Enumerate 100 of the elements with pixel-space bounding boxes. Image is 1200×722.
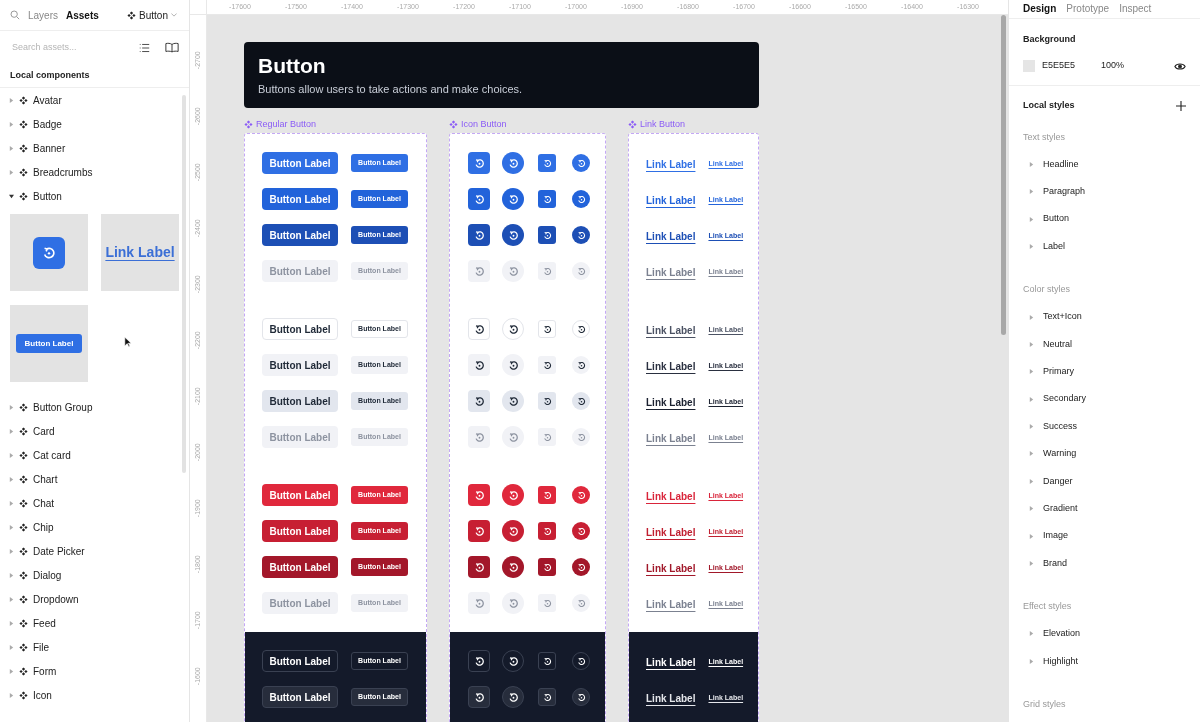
link-sample[interactable]: Link Label bbox=[646, 654, 696, 670]
icon-button-sample[interactable] bbox=[502, 354, 524, 376]
style-item[interactable]: Headline bbox=[1043, 157, 1079, 172]
eye-icon[interactable] bbox=[1174, 61, 1186, 71]
panel-tab[interactable]: Assets bbox=[66, 7, 99, 23]
component-item[interactable]: Banner bbox=[33, 140, 66, 156]
component-item[interactable]: Dialog bbox=[33, 567, 62, 583]
link-sample[interactable]: Link Label bbox=[646, 560, 696, 576]
component-item[interactable]: File bbox=[33, 639, 50, 655]
style-item[interactable]: Paragraph bbox=[1043, 185, 1086, 199]
style-item[interactable]: Success bbox=[1043, 419, 1077, 434]
style-item[interactable]: Warning bbox=[1043, 447, 1077, 461]
link-sample[interactable]: Link Label bbox=[646, 264, 696, 280]
icon-button-sample[interactable] bbox=[538, 558, 556, 576]
caret-icon[interactable] bbox=[9, 193, 14, 199]
icon-button-sample[interactable] bbox=[538, 688, 556, 706]
component-item[interactable]: Form bbox=[33, 663, 57, 679]
icon-button-sample[interactable] bbox=[538, 356, 556, 374]
component-item[interactable]: Chat bbox=[33, 495, 55, 511]
button-sample[interactable]: Button Label bbox=[262, 188, 338, 210]
button-sample[interactable]: Button Label bbox=[262, 484, 338, 506]
icon-button-sample[interactable] bbox=[572, 226, 590, 244]
component-item[interactable]: Feed bbox=[33, 615, 56, 631]
list-icon[interactable] bbox=[139, 42, 150, 53]
scrollbar[interactable] bbox=[1001, 15, 1006, 335]
icon-button-sample[interactable] bbox=[572, 652, 590, 670]
component-item[interactable]: Cat card bbox=[33, 447, 71, 463]
icon-button-sample[interactable] bbox=[502, 224, 524, 246]
panel-tab[interactable]: Layers bbox=[28, 7, 58, 23]
component-item[interactable]: Chip bbox=[33, 519, 54, 535]
search-icon[interactable] bbox=[10, 10, 20, 20]
link-sample[interactable]: Link Label bbox=[646, 228, 696, 244]
style-item[interactable]: Brand bbox=[1043, 556, 1068, 571]
link-sample[interactable]: Link Label bbox=[646, 430, 696, 446]
link-sample[interactable]: Link Label bbox=[646, 322, 696, 338]
component-item[interactable]: Date Picker bbox=[33, 543, 85, 559]
icon-button-sample[interactable] bbox=[572, 356, 590, 374]
icon-button-sample[interactable] bbox=[468, 650, 490, 672]
icon-button-sample[interactable] bbox=[572, 558, 590, 576]
icon-button-sample[interactable] bbox=[502, 650, 524, 672]
component-item[interactable]: Chart bbox=[33, 471, 58, 487]
component-item[interactable]: Badge bbox=[33, 116, 62, 132]
color-swatch[interactable] bbox=[1023, 60, 1035, 72]
icon-button-sample[interactable] bbox=[572, 688, 590, 706]
panel-tab[interactable]: Design bbox=[1023, 1, 1057, 17]
link-sample[interactable]: Link Label bbox=[646, 488, 696, 504]
component-item[interactable]: Card bbox=[33, 423, 55, 439]
button-sample[interactable]: Button Label bbox=[262, 152, 338, 174]
icon-button-sample[interactable] bbox=[538, 392, 556, 410]
link-sample[interactable]: Link Label bbox=[646, 596, 696, 612]
icon-button-sample[interactable] bbox=[502, 556, 524, 578]
icon-button-sample[interactable] bbox=[502, 390, 524, 412]
link-sample[interactable]: Link Label bbox=[646, 394, 696, 410]
button-sample[interactable]: Button Label bbox=[262, 520, 338, 542]
plus-icon[interactable] bbox=[1176, 100, 1186, 111]
page-selector[interactable]: Button bbox=[127, 7, 177, 23]
style-item[interactable]: Elevation bbox=[1043, 627, 1081, 641]
component-thumbnail[interactable] bbox=[10, 214, 88, 291]
button-sample[interactable]: Button Label bbox=[262, 390, 338, 412]
link-sample[interactable]: Link Label bbox=[646, 690, 696, 706]
style-item[interactable]: Gradient bbox=[1043, 502, 1078, 516]
hex-value[interactable]: E5E5E5 bbox=[1042, 59, 1076, 73]
button-sample[interactable]: Button Label bbox=[262, 224, 338, 246]
component-item[interactable]: Breadcrumbs bbox=[33, 164, 93, 180]
icon-button-sample[interactable] bbox=[468, 390, 490, 412]
style-item[interactable]: Danger bbox=[1043, 474, 1073, 489]
style-item[interactable]: Neutral bbox=[1043, 337, 1072, 352]
component-item[interactable]: Avatar bbox=[33, 92, 62, 108]
style-item[interactable]: Image bbox=[1043, 529, 1068, 543]
component-item[interactable]: Button Group bbox=[33, 399, 93, 415]
component-item[interactable]: Dropdown bbox=[33, 591, 79, 607]
style-item[interactable]: Secondary bbox=[1043, 392, 1087, 406]
component-thumbnail[interactable]: Button Label bbox=[10, 305, 88, 382]
style-item[interactable]: Text+Icon bbox=[1043, 310, 1082, 324]
button-sample[interactable]: Button Label bbox=[262, 354, 338, 376]
style-item[interactable]: Highlight bbox=[1043, 654, 1079, 669]
link-sample[interactable]: Link Label bbox=[646, 524, 696, 540]
icon-button-sample[interactable] bbox=[468, 224, 490, 246]
opacity-value[interactable]: 100% bbox=[1101, 59, 1125, 73]
button-sample[interactable]: Button Label bbox=[262, 318, 338, 340]
book-icon[interactable] bbox=[165, 42, 179, 53]
icon-button-sample[interactable] bbox=[538, 226, 556, 244]
icon-button-sample[interactable] bbox=[468, 556, 490, 578]
button-sample[interactable]: Button Label bbox=[262, 556, 338, 578]
panel-tab[interactable]: Prototype bbox=[1066, 1, 1110, 17]
component-thumbnail[interactable]: Link Label bbox=[101, 214, 179, 291]
search-field[interactable]: Search assets... bbox=[12, 40, 122, 55]
button-sample[interactable]: Button Label bbox=[262, 686, 338, 708]
style-item[interactable]: Button bbox=[1043, 212, 1070, 226]
icon-button-sample[interactable] bbox=[572, 392, 590, 410]
style-item[interactable]: Label bbox=[1043, 239, 1066, 254]
link-sample[interactable]: Link Label bbox=[646, 156, 696, 172]
panel-tab[interactable]: Inspect bbox=[1119, 1, 1152, 17]
icon-button-sample[interactable] bbox=[468, 686, 490, 708]
component-item[interactable]: Button bbox=[33, 188, 62, 204]
link-sample[interactable]: Link Label bbox=[646, 358, 696, 374]
style-item[interactable]: Primary bbox=[1043, 365, 1074, 379]
button-sample[interactable]: Button Label bbox=[262, 650, 338, 672]
icon-button-sample[interactable] bbox=[468, 354, 490, 376]
icon-button-sample[interactable] bbox=[502, 686, 524, 708]
